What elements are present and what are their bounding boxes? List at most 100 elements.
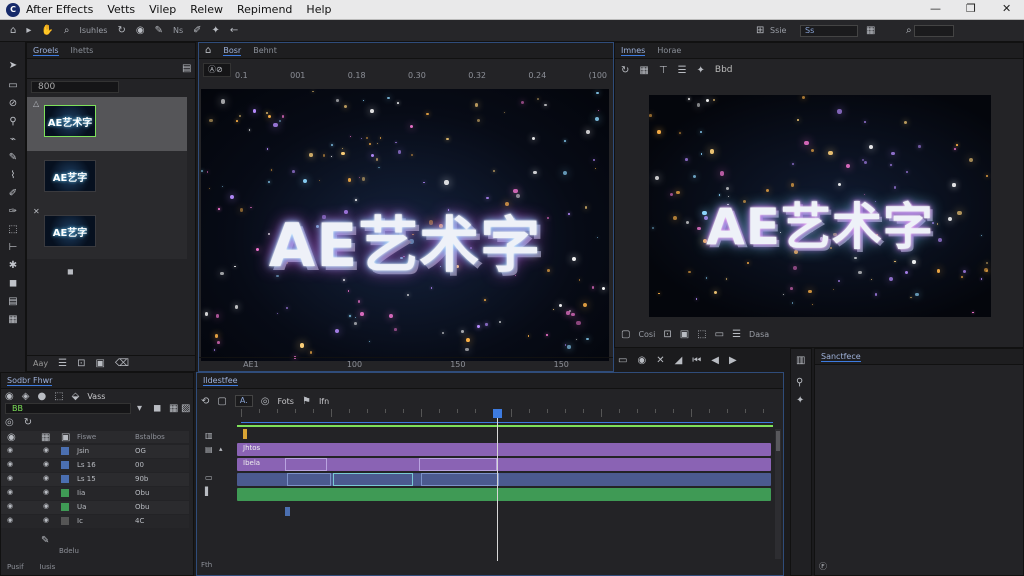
tab-effects-controls[interactable]: Ihetts: [71, 46, 94, 55]
snap-icon[interactable]: ⊞: [756, 25, 764, 36]
playhead-handle[interactable]: [493, 409, 502, 418]
switch-icon[interactable]: ▭: [205, 473, 213, 482]
refresh-small-icon[interactable]: ↻: [24, 417, 32, 428]
timeline-track-2[interactable]: Ibela: [237, 458, 771, 471]
playhead[interactable]: [493, 409, 502, 561]
label-color-swatch[interactable]: [61, 503, 69, 511]
lock-icon[interactable]: ⌂: [205, 45, 211, 56]
scrollbar-thumb[interactable]: [776, 431, 780, 451]
camera-icon[interactable]: ◉: [136, 25, 145, 36]
motion-blur-icon[interactable]: ▦: [169, 403, 178, 414]
layer-row[interactable]: ◉ ◉ Ic 4C: [1, 515, 189, 528]
workspace-dropdown[interactable]: Ss: [800, 24, 858, 37]
composition-canvas[interactable]: AE艺术字: [201, 89, 609, 361]
pen-tool-icon[interactable]: ✎: [4, 152, 22, 166]
menu-help[interactable]: Help: [306, 3, 331, 16]
puppet-icon[interactable]: ✦: [212, 25, 220, 36]
graph-icon[interactable]: ◼: [153, 403, 161, 414]
rewind-icon[interactable]: ⏮: [692, 355, 701, 366]
track-segment[interactable]: [333, 473, 413, 486]
arrow-left-icon[interactable]: ←: [230, 25, 238, 36]
channel-icon[interactable]: ⬚: [697, 329, 706, 340]
layer-name[interactable]: Jsin: [77, 447, 89, 455]
timeline-track-1[interactable]: Jhtos: [237, 443, 771, 456]
pen-icon[interactable]: ✎: [155, 25, 163, 36]
close-window-button[interactable]: ✕: [1002, 2, 1011, 15]
eye-icon[interactable]: ◉: [7, 502, 13, 510]
loop-icon[interactable]: ✕: [656, 355, 664, 366]
solo-icon[interactable]: ◉: [43, 516, 49, 524]
star-icon[interactable]: ✦: [697, 65, 705, 76]
eye-icon[interactable]: ◉: [7, 474, 13, 482]
viewer-toggle-button[interactable]: Ⓐ⊘: [203, 63, 231, 77]
search-icon[interactable]: ⌕: [906, 25, 912, 36]
layer-parent-value[interactable]: 00: [135, 461, 144, 469]
menu-vilep[interactable]: Vilep: [149, 3, 176, 16]
grid-icon[interactable]: ▦: [639, 65, 648, 76]
timeline-scrollbar[interactable]: [775, 429, 781, 559]
tab-preview[interactable]: Imnes: [621, 46, 646, 56]
track-segment[interactable]: [285, 458, 327, 471]
brush-tool-icon[interactable]: ⌇: [4, 170, 22, 184]
layer-name[interactable]: Ua: [77, 503, 86, 511]
layer-name[interactable]: Iia: [77, 489, 85, 497]
label-color-swatch[interactable]: [61, 461, 69, 469]
track-segment[interactable]: [419, 458, 497, 471]
layer-name[interactable]: Ic: [77, 517, 83, 525]
frame-icon[interactable]: ▢: [621, 329, 630, 340]
layer-row[interactable]: ◉ ◉ Iia Obu: [1, 487, 189, 500]
preview-title-text[interactable]: AE艺术字: [649, 187, 991, 259]
solo-icon[interactable]: ◉: [43, 446, 49, 454]
eye-icon[interactable]: ◉: [7, 460, 13, 468]
pin-icon[interactable]: ⚲: [796, 377, 803, 388]
tab-timeline[interactable]: Ildestfee: [203, 376, 238, 386]
step-back-icon[interactable]: ◀: [711, 355, 719, 366]
eye-icon[interactable]: ◉: [7, 446, 13, 454]
puppet-tool-icon[interactable]: ✱: [4, 260, 22, 274]
solo-icon[interactable]: ●: [37, 391, 46, 402]
flag-icon[interactable]: ⚑: [302, 396, 311, 407]
column-name[interactable]: Fiswe: [77, 433, 96, 441]
layer-row[interactable]: ◉ ◉ Ua Obu: [1, 501, 189, 514]
layer-row[interactable]: ◉ ◉ Ls 15 90b: [1, 473, 189, 486]
timeline-ruler[interactable]: [241, 409, 773, 423]
track-segment[interactable]: [287, 473, 331, 486]
text-tool-icon[interactable]: ⊢: [4, 242, 22, 256]
mute-icon[interactable]: ◢: [675, 355, 683, 366]
audio-icon[interactable]: ◈: [22, 391, 30, 402]
tab-info[interactable]: Horae: [657, 46, 681, 55]
shape-tool-icon[interactable]: ◼: [4, 278, 22, 292]
tab-layers[interactable]: Sodbr Fhwr: [7, 376, 53, 386]
eraser-tool-icon[interactable]: ✑: [4, 206, 22, 220]
new-comp-icon[interactable]: ▣: [95, 358, 104, 369]
label-color-swatch[interactable]: [61, 517, 69, 525]
document-tool-icon[interactable]: ▤: [4, 296, 22, 310]
layer-parent-value[interactable]: OG: [135, 447, 146, 455]
layer-mode-button[interactable]: A.: [234, 395, 253, 407]
tab-project[interactable]: Groels: [33, 46, 59, 56]
tab-effects[interactable]: Sanctfece: [821, 352, 861, 362]
roto-tool-icon[interactable]: ⬚: [4, 224, 22, 238]
shy-switch-icon[interactable]: ▴: [219, 445, 223, 453]
switch-icon[interactable]: ▌: [205, 487, 211, 496]
pin-tool-icon[interactable]: ⚲: [4, 116, 22, 130]
export-icon[interactable]: ▣: [680, 329, 689, 340]
camera-tool-icon[interactable]: ⌁: [4, 134, 22, 148]
work-area-bar[interactable]: [237, 425, 773, 427]
switch-icon[interactable]: ▥: [205, 431, 213, 440]
clone-tool-icon[interactable]: ✐: [4, 188, 22, 202]
eye-icon[interactable]: ◉: [7, 488, 13, 496]
clip-icon[interactable]: ▢: [217, 396, 226, 407]
grid-tool-icon[interactable]: ▦: [4, 314, 22, 328]
label-color-swatch[interactable]: [61, 447, 69, 455]
hand-tool-icon[interactable]: ▭: [4, 80, 22, 94]
layers-search-input[interactable]: BB: [5, 403, 131, 414]
mask-toggle-icon[interactable]: ☰: [732, 329, 741, 340]
layer-parent-value[interactable]: Obu: [135, 503, 149, 511]
brush-icon[interactable]: ✐: [193, 25, 201, 36]
column-parent[interactable]: Bstalbos: [135, 433, 165, 441]
solo-icon[interactable]: ◉: [43, 474, 49, 482]
lock-small-icon[interactable]: ◎: [5, 417, 14, 428]
zoom-icon[interactable]: ⌕: [64, 25, 70, 36]
layer-parent-value[interactable]: 4C: [135, 517, 144, 525]
